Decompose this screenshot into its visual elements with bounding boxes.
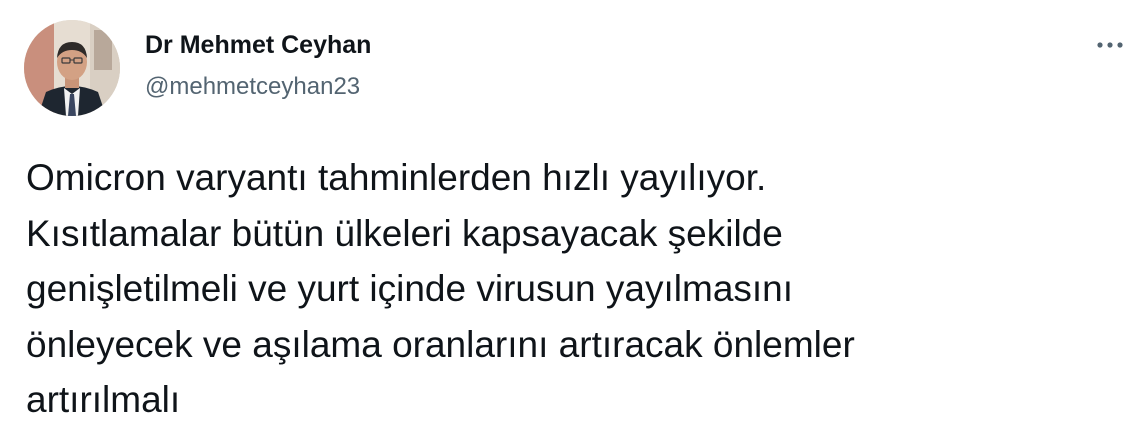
tweet-card: Dr Mehmet Ceyhan @mehmetceyhan23 Omicron… [0,0,1146,436]
avatar-image [24,20,120,116]
tweet-text-line: önleyecek ve aşılama oranlarını artıraca… [26,323,855,365]
tweet-text-line: Omicron varyantı tahminlerden hızlı yayı… [26,157,767,198]
tweet-text-line: genişletilmeli ve yurt içinde virusun ya… [26,268,794,309]
tweet-text-line: Kısıtlamalar bütün ülkeleri kapsayacak ş… [26,212,783,254]
tweet-text: Omicron varyantı tahminlerden hızlı yayı… [26,150,1126,428]
tweet-text-line: artırılmalı [26,379,181,420]
author-avatar[interactable] [24,20,120,116]
author-handle[interactable]: @mehmetceyhan23 [145,72,360,102]
more-options-button[interactable] [1090,30,1130,60]
more-options-icon [1096,41,1124,49]
author-name[interactable]: Dr Mehmet Ceyhan [145,30,371,60]
